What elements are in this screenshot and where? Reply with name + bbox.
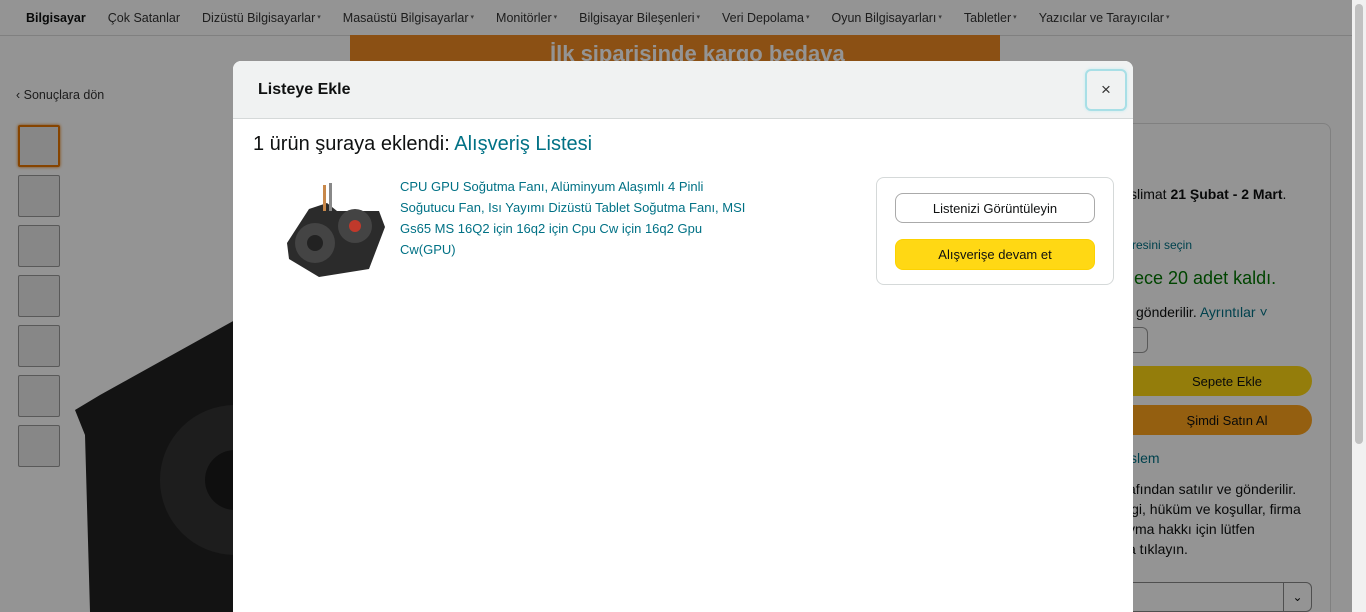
modal-actions: Listenizi Görüntüleyin Alışverişe devam … [876, 177, 1114, 285]
product-thumbnail[interactable] [279, 181, 389, 281]
added-confirmation: 1 ürün şuraya eklendi: Alışveriş Listesi [253, 133, 592, 156]
modal-title: Listeye Ekle [258, 81, 351, 98]
modal-header: Listeye Ekle × [233, 61, 1133, 119]
added-message: 1 ürün şuraya eklendi: [253, 133, 450, 155]
list-name-link[interactable]: Alışveriş Listesi [454, 133, 592, 155]
scrollbar-thumb[interactable] [1355, 4, 1363, 444]
page-scrollbar[interactable] [1352, 0, 1366, 612]
product-title-link[interactable]: CPU GPU Soğutma Fanı, Alüminyum Alaşımlı… [400, 176, 750, 260]
view-list-button[interactable]: Listenizi Görüntüleyin [895, 193, 1095, 223]
continue-shopping-button[interactable]: Alışverişe devam et [895, 239, 1095, 270]
add-to-list-modal: Listeye Ekle × 1 ürün şuraya eklendi: Al… [233, 61, 1133, 612]
close-icon[interactable]: × [1085, 69, 1127, 111]
